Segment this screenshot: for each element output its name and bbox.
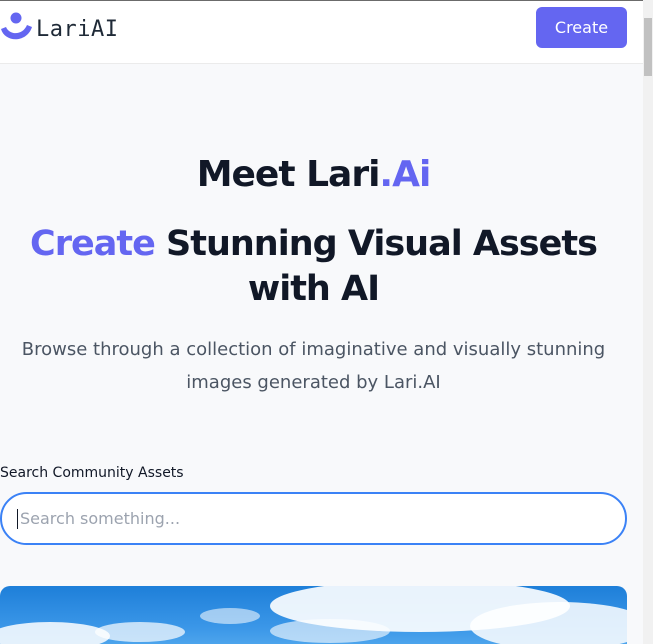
create-button[interactable]: Create xyxy=(536,7,627,48)
search-field[interactable] xyxy=(0,492,627,545)
search-input[interactable] xyxy=(18,508,582,529)
headline-accent: Create xyxy=(30,224,156,264)
scrollbar-thumb[interactable] xyxy=(644,18,652,76)
hero-headline: Create Stunning Visual Assets with AI xyxy=(0,222,627,312)
page-scrollbar[interactable] xyxy=(643,0,653,644)
top-navbar: LariAI Create xyxy=(0,0,643,64)
cloud-image xyxy=(0,586,627,644)
lariai-logo-icon xyxy=(0,9,34,49)
gallery-image-card[interactable] xyxy=(0,586,627,644)
hero-subtitle: Browse through a collection of imaginati… xyxy=(21,339,606,393)
search-label: Search Community Assets xyxy=(0,465,184,481)
headline-rest: Stunning Visual Assets with AI xyxy=(154,224,598,309)
page-title: Meet Lari.Ai xyxy=(0,154,627,195)
logo-link[interactable]: LariAI xyxy=(0,9,118,49)
title-part2: .Ai xyxy=(379,154,431,195)
title-part1: Meet Lari xyxy=(196,154,381,195)
page: LariAI Create Meet Lari.Ai Create Stunni… xyxy=(0,0,643,644)
text-caret xyxy=(17,509,18,529)
logo-text: LariAI xyxy=(36,16,119,42)
